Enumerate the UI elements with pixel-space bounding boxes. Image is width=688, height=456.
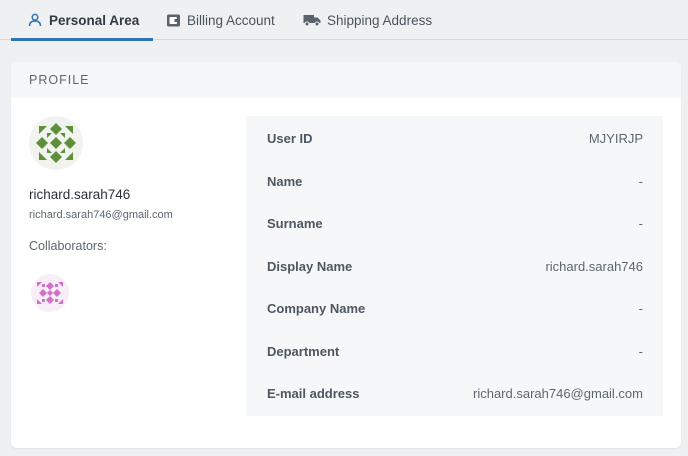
field-surname: Surname - bbox=[246, 202, 663, 244]
field-department: Department - bbox=[246, 330, 663, 372]
field-label: Department bbox=[267, 343, 340, 359]
username: richard.sarah746 bbox=[29, 187, 131, 202]
field-value: - bbox=[638, 173, 643, 189]
tab-label: Personal Area bbox=[49, 12, 140, 28]
field-value: - bbox=[638, 215, 643, 231]
tab-label: Shipping Address bbox=[327, 12, 433, 28]
field-value: MJYIRJP bbox=[588, 130, 643, 146]
field-label: User ID bbox=[267, 130, 313, 146]
collaborators-label: Collaborators: bbox=[29, 239, 107, 253]
profile-header-title: PROFILE bbox=[29, 73, 90, 87]
field-display-name: Display Name richard.sarah746 bbox=[246, 245, 663, 287]
field-value: - bbox=[638, 343, 643, 359]
tab-label: Billing Account bbox=[187, 12, 275, 28]
field-email-address: E-mail address richard.sarah746@gmail.co… bbox=[246, 372, 663, 414]
field-label: Display Name bbox=[267, 258, 353, 274]
truck-icon bbox=[303, 12, 321, 28]
field-label: Name bbox=[267, 173, 303, 189]
field-label: E-mail address bbox=[267, 385, 360, 401]
field-user-id: User ID MJYIRJP bbox=[246, 117, 663, 159]
user-icon bbox=[27, 12, 43, 28]
profile-card: PROFILE richard.sarah746 richard.sarah74… bbox=[11, 62, 681, 448]
field-company-name: Company Name - bbox=[246, 287, 663, 329]
collaborator-avatar[interactable] bbox=[31, 274, 69, 312]
profile-details: User ID MJYIRJP Name - Surname - Display… bbox=[246, 116, 663, 416]
field-value: richard.sarah746 bbox=[545, 258, 643, 274]
tab-personal-area[interactable]: Personal Area bbox=[11, 0, 154, 41]
field-value: - bbox=[638, 300, 643, 316]
tab-bar: Personal Area Billing Account Shipping A… bbox=[0, 0, 688, 41]
field-label: Surname bbox=[267, 215, 323, 231]
wallet-icon bbox=[165, 12, 181, 28]
profile-header: PROFILE bbox=[11, 62, 681, 98]
tab-shipping-address[interactable]: Shipping Address bbox=[303, 0, 432, 40]
avatar bbox=[29, 116, 83, 170]
field-value: richard.sarah746@gmail.com bbox=[473, 385, 643, 401]
tab-billing-account[interactable]: Billing Account bbox=[165, 0, 275, 40]
user-email: richard.sarah746@gmail.com bbox=[29, 209, 173, 221]
field-name: Name - bbox=[246, 160, 663, 202]
field-label: Company Name bbox=[267, 300, 366, 316]
